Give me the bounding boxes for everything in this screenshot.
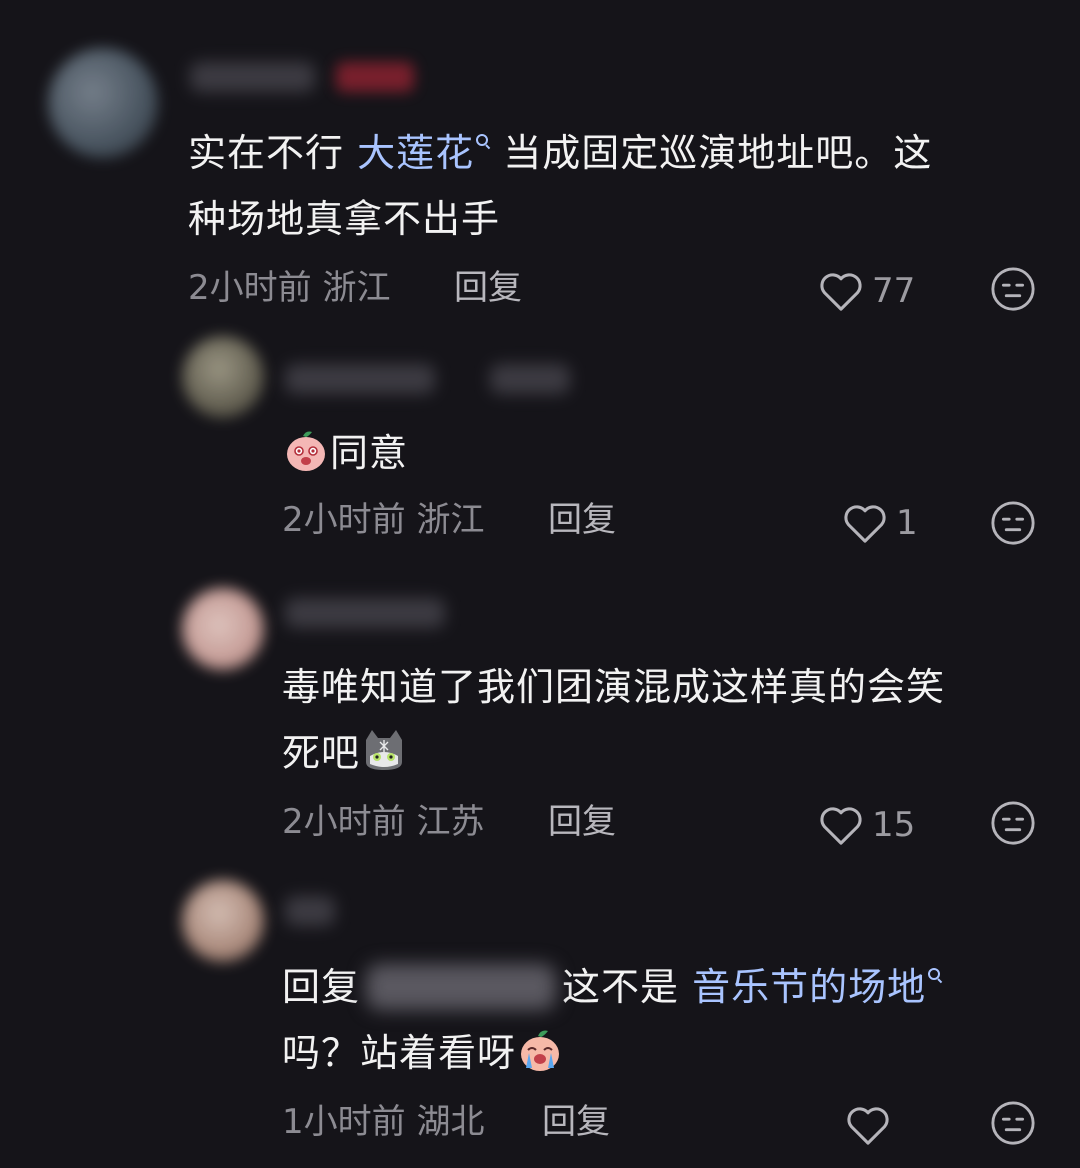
heart-outline-icon [844,505,886,543]
mentioned-user[interactable] [366,964,557,1010]
neutral-face-icon[interactable] [990,800,1036,846]
location: 湖北 [416,1102,485,1142]
heart-outline-icon [847,1107,889,1145]
neutral-face-icon[interactable] [990,500,1036,546]
username[interactable] [285,598,445,628]
username-suffix [490,364,570,394]
heart-outline-icon [820,807,862,845]
comment-meta: 1小时前 湖北 [282,1102,484,1142]
timestamp: 2小时前 [282,500,406,540]
comment-text: 毒唯知道了我们团演混成这样真的会笑 [282,665,946,709]
comment-meta: 2小时前 浙江 [282,500,484,540]
reply-button[interactable]: 回复 [542,1102,610,1142]
search-link[interactable]: 大莲花 [357,131,490,175]
cat-emoji-icon [366,730,403,770]
like-button[interactable]: 1 [842,502,918,544]
location: 浙江 [322,268,391,308]
comment-text-line2: 种场地真拿不出手 [188,197,501,241]
username[interactable] [190,62,315,92]
neutral-face-icon[interactable] [990,266,1036,312]
peach-cry-emoji-icon [287,431,325,471]
search-link[interactable]: 音乐节的场地 [692,965,942,1009]
like-count: 77 [872,271,916,311]
comment-text: 回复 这不是 音乐节的场地 [282,954,942,1020]
comment-section: 实在不行 大莲花 当成固定巡演地址吧。这 种场地真拿不出手 2小时前 浙江 回复… [0,0,1080,1168]
reply-button[interactable]: 回复 [454,268,522,308]
like-count: 15 [872,805,916,845]
comment-meta: 2小时前 江苏 [282,802,484,842]
comment-text-line2: 死吧 [282,720,408,786]
reply-button[interactable]: 回复 [548,802,616,842]
like-button[interactable] [845,1104,891,1146]
peach-tears-emoji-icon [521,1030,560,1071]
username[interactable] [285,896,335,926]
like-button[interactable]: 77 [818,270,915,312]
location: 江苏 [416,802,485,842]
like-button[interactable]: 15 [818,804,915,846]
search-icon [928,968,942,982]
location: 浙江 [416,500,485,540]
avatar[interactable] [182,588,264,670]
timestamp: 2小时前 [188,268,312,308]
username[interactable] [285,364,435,394]
reply-button[interactable]: 回复 [548,500,616,540]
like-count: 1 [896,503,918,543]
timestamp: 2小时前 [282,802,406,842]
comment-text-line2: 吗？站着看呀 [282,1020,564,1086]
heart-outline-icon [820,273,862,311]
timestamp: 1小时前 [282,1102,406,1142]
search-icon [476,134,490,148]
avatar[interactable] [48,48,158,158]
comment-text: 实在不行 大莲花 当成固定巡演地址吧。这 [188,131,933,175]
neutral-face-icon[interactable] [990,1100,1036,1146]
avatar[interactable] [182,336,264,418]
avatar[interactable] [182,880,264,962]
user-badge [336,62,414,92]
comment-meta: 2小时前 浙江 [188,268,390,308]
comment-text: 同意 [282,420,408,486]
